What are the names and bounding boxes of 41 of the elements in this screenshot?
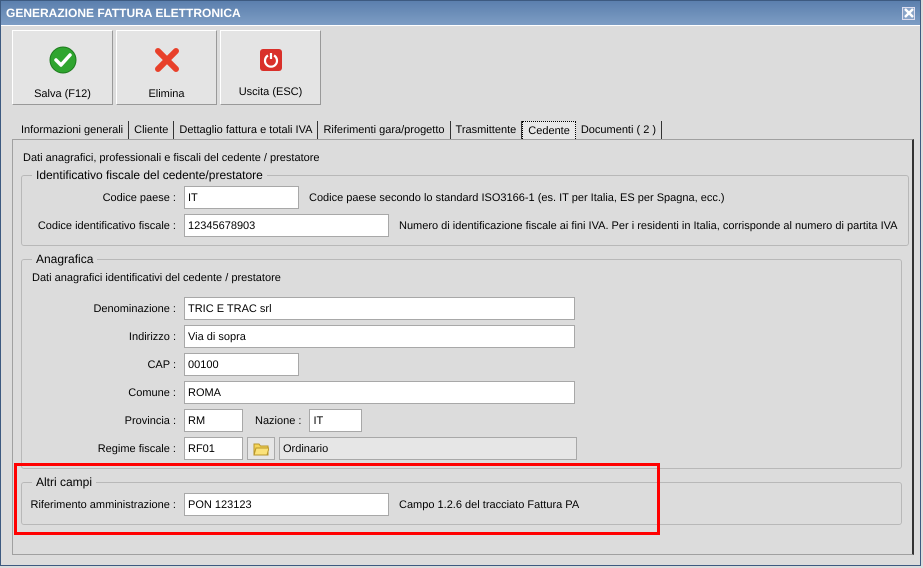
field-label: Codice identificativo fiscale : [36,220,176,232]
field-label: Nazione : [255,414,302,426]
field-label: Riferimento amministrazione : [30,498,176,510]
close-icon [904,8,914,18]
panel-description: Dati anagrafici, professionali e fiscali del cedente / prestatore [23,152,321,164]
window-title: GENERAZIONE FATTURA ELETTRONICA [6,6,241,20]
power-icon [258,48,282,72]
folder-icon [253,442,269,456]
group-title: Identificativo fiscale del cedente/prestatore [35,168,264,182]
input-field[interactable]: PON 123123 [184,493,389,516]
input-field[interactable]: Via di sopra [184,325,575,348]
input-field[interactable]: IT [309,409,362,432]
field-label: Provincia : [124,414,176,426]
input-field[interactable]: RM [184,409,243,432]
field-label: Denominazione : [92,302,176,314]
description-field: Ordinario [279,437,577,460]
browse-button[interactable] [247,437,275,460]
field-label: Regime fiscale : [96,442,176,454]
checkmark-icon [48,46,76,74]
field-label: Comune : [127,386,176,398]
field-label: Codice paese : [102,192,176,204]
group-description: Dati anagrafici identificativi del cedente / prestatore [32,272,282,284]
group-title: Anagrafica [35,252,94,266]
toolbar-button[interactable]: Elimina [116,30,217,105]
field-label: Indirizzo : [128,330,176,342]
close-button[interactable] [902,6,915,20]
input-field[interactable]: TRIC E TRAC srl [184,297,575,320]
toolbar-button[interactable]: Salva (F12) [12,30,113,105]
input-field[interactable]: RF01 [184,437,243,460]
field-note: Codice paese secondo lo standard ISO3166-1 (es. IT per Italia, ES per Spagna, ecc.) [309,192,725,204]
input-field[interactable]: IT [184,186,299,209]
input-field[interactable]: 00100 [184,353,299,376]
cross-icon [152,46,180,74]
tab[interactable]: Cedente [522,121,576,139]
toolbar-button[interactable]: Uscita (ESC) [220,30,321,105]
input-field[interactable]: ROMA [184,381,575,404]
field-note: Numero di identificazione fiscale ai fini IVA. Per i residenti in Italia, corrisponde al numero di partita IVA [399,220,898,232]
group-title: Altri campi [35,475,94,489]
input-field[interactable]: 12345678903 [184,214,389,237]
field-note: Campo 1.2.6 del tracciato Fattura PA [399,498,580,510]
field-label: CAP : [146,358,176,370]
